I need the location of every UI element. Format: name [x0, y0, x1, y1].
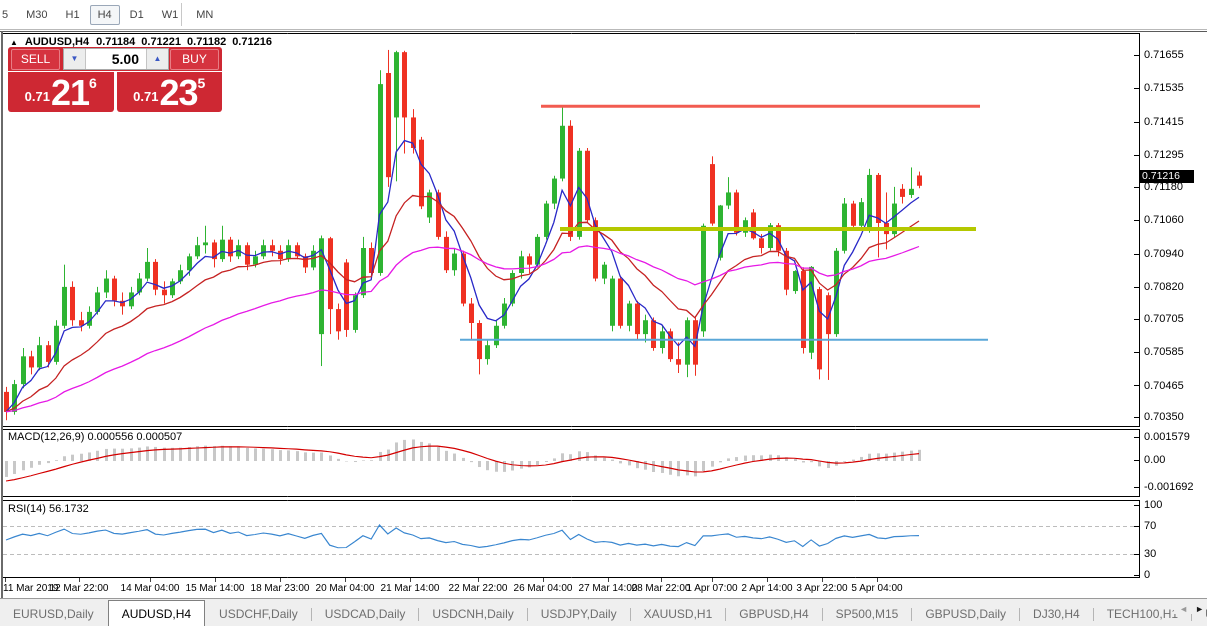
macd-axis-label: -0.001692 [1144, 481, 1194, 493]
volume-increase-icon[interactable]: ▲ [146, 49, 168, 69]
rsi-indicator-label: RSI(14) 56.1732 [8, 503, 89, 515]
sell-price-prefix: 0.71 [24, 89, 50, 104]
price-axis-label: 0.71415 [1144, 115, 1184, 128]
time-axis-tick [280, 578, 281, 582]
price-axis-label: 0.71655 [1144, 48, 1184, 61]
time-axis-label: 3 Apr 22:00 [796, 583, 848, 594]
current-price-tag: 0.71216 [1139, 170, 1194, 183]
chart-tab-GBPUSD-Daily[interactable]: GBPUSD,Daily [912, 602, 1019, 626]
trading-terminal-window: 5 M30 H1 H4 D1 W1 MN ▲ AUDUSD,H4 0.71184 0.7122… [0, 0, 1207, 626]
chart-tab-AUDUSD-H4[interactable]: AUDUSD,H4 [107, 600, 206, 626]
timeframe-button-H1[interactable]: H1 [58, 5, 88, 25]
timeframe-button-5[interactable]: 5 [0, 5, 16, 25]
price-axis-label: 0.70465 [1144, 379, 1184, 392]
timeframe-button-D1[interactable]: D1 [122, 5, 152, 25]
macd-axis-label: 0.001579 [1144, 431, 1190, 443]
time-axis-label: 1 Apr 07:00 [686, 583, 738, 594]
price-axis-label: 0.70585 [1144, 346, 1184, 359]
rsi-axis-label: 30 [1144, 548, 1157, 560]
time-axis-tick [410, 578, 411, 582]
time-axis-tick [150, 578, 151, 582]
rsi-axis-label: 100 [1144, 499, 1163, 511]
sell-price-box[interactable]: 0.71 21 6 [8, 72, 114, 112]
time-axis-tick [5, 578, 6, 582]
volume-decrease-icon[interactable]: ▼ [64, 49, 86, 69]
time-axis-label: 15 Mar 14:00 [185, 583, 245, 594]
volume-input[interactable]: 5.00 [86, 49, 146, 69]
time-axis-tick [712, 578, 713, 582]
chart-tab-SP500-M15[interactable]: SP500,M15 [823, 602, 912, 626]
timeframe-button-H4[interactable]: H4 [89, 4, 120, 25]
price-axis-label: 0.70705 [1144, 312, 1184, 325]
collapse-triangle-icon[interactable]: ▲ [10, 38, 18, 47]
one-click-trade-panel: SELL ▼ 5.00 ▲ BUY 0.71 21 6 0.71 23 5 [8, 47, 222, 112]
trade-panel-price-row: 0.71 21 6 0.71 23 5 [8, 72, 222, 112]
tab-scroll-right-icon[interactable]: ► [1195, 604, 1204, 614]
time-axis-label: 12 Mar 22:00 [49, 583, 109, 594]
time-axis-label: 20 Mar 04:00 [315, 583, 375, 594]
chart-tab-USDJPY-Daily[interactable]: USDJPY,Daily [528, 602, 630, 626]
chart-tab-EURUSD-Daily[interactable]: EURUSD,Daily [0, 602, 107, 626]
timeframe-toolbar: 5 M30 H1 H4 D1 W1 MN [0, 0, 1207, 30]
tab-scroll-buttons: ◄ ► [1174, 604, 1204, 614]
price-axis-label: 0.70940 [1144, 247, 1184, 260]
time-axis-tick [215, 578, 216, 582]
time-axis-label: 27 Mar 14:00 [578, 583, 638, 594]
time-axis-tick [767, 578, 768, 582]
chart-tab-GBPUSD-H4[interactable]: GBPUSD,H4 [726, 602, 821, 626]
time-axis-tick [822, 578, 823, 582]
time-axis-tick [661, 578, 662, 582]
tab-scroll-left-icon[interactable]: ◄ [1179, 604, 1188, 614]
sell-button[interactable]: SELL [11, 49, 60, 70]
price-axis-label: 0.70350 [1144, 411, 1184, 424]
sell-price-big: 21 [50, 72, 90, 113]
time-axis-tick [79, 578, 80, 582]
buy-button[interactable]: BUY [170, 49, 219, 70]
buy-price-box[interactable]: 0.71 23 5 [116, 72, 222, 113]
chart-window-top-border [0, 31, 1207, 32]
rsi-panel-canvas[interactable] [3, 500, 1140, 578]
time-axis-tick [345, 578, 346, 582]
time-axis-label: 21 Mar 14:00 [380, 583, 440, 594]
macd-indicator-label: MACD(12,26,9) 0.000556 0.000507 [8, 431, 183, 443]
chart-tab-XAUUSD-H1[interactable]: XAUUSD,H1 [631, 602, 726, 626]
time-axis-label: 22 Mar 22:00 [448, 583, 508, 594]
time-axis-label: 2 Apr 14:00 [741, 583, 793, 594]
time-axis-label: 5 Apr 04:00 [851, 583, 903, 594]
rsi-axis-label: 70 [1144, 520, 1157, 532]
chart-tab-DJ30-H4[interactable]: DJ30,H4 [1020, 602, 1093, 626]
time-axis-label: 18 Mar 23:00 [250, 583, 310, 594]
timeframe-buttons: 5 M30 H1 H4 D1 W1 MN [0, 4, 222, 25]
chart-tab-USDCHF-Daily[interactable]: USDCHF,Daily [206, 602, 311, 626]
time-axis-tick [543, 578, 544, 582]
chart-tab-USDCNH-Daily[interactable]: USDCNH,Daily [419, 602, 526, 626]
volume-spinner: ▼ 5.00 ▲ [63, 48, 169, 70]
trade-panel-top-row: SELL ▼ 5.00 ▲ BUY [8, 47, 222, 71]
macd-axis-label: 0.00 [1144, 454, 1166, 466]
toolbar-separator [181, 3, 182, 26]
time-axis-tick [877, 578, 878, 582]
price-axis-label: 0.70820 [1144, 280, 1184, 293]
time-axis-label: 14 Mar 04:00 [120, 583, 180, 594]
time-axis-tick [478, 578, 479, 582]
buy-price-pip: 5 [197, 75, 206, 91]
chart-tab-bar: EURUSD,Daily AUDUSD,H4 USDCHF,Daily USDCAD,… [0, 598, 1207, 626]
price-axis-label: 0.71535 [1144, 82, 1184, 95]
buy-price-prefix: 0.71 [133, 89, 159, 104]
timeframe-button-M30[interactable]: M30 [18, 5, 55, 25]
sell-price-pip: 6 [89, 75, 97, 91]
time-axis-label: 26 Mar 04:00 [513, 583, 573, 594]
ohlc-value: 0.71216 [232, 36, 272, 48]
price-axis-label: 0.71060 [1144, 214, 1184, 227]
rsi-axis-label: 0 [1144, 569, 1151, 581]
price-axis-label: 0.71295 [1144, 148, 1184, 161]
time-axis-tick [608, 578, 609, 582]
buy-price-big: 23 [159, 72, 198, 113]
chart-tab-USDCAD-Daily[interactable]: USDCAD,Daily [312, 602, 419, 626]
time-axis-label: 28 Mar 22:00 [631, 583, 691, 594]
timeframe-button-MN[interactable]: MN [188, 5, 221, 25]
